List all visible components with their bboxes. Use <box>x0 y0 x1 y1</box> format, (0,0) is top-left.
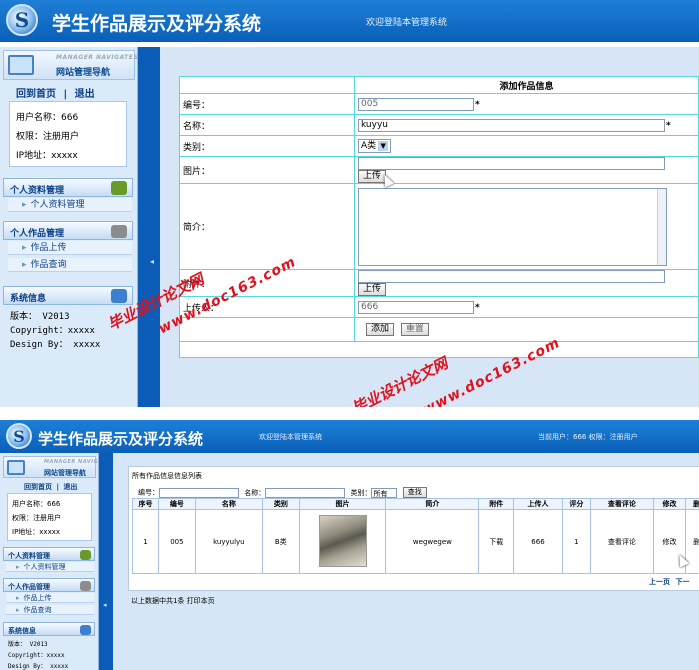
list-footer: 以上数据中共1条 打印本页 <box>131 597 215 605</box>
work-table: 序号 编号 名称 类别 图片 简介 附件 上传人 评分 查看评论 修改 删 1 … <box>132 498 699 574</box>
logout-link[interactable]: 退出 <box>75 89 95 100</box>
version-text: 版本： V2013 <box>10 312 70 322</box>
search-id-input[interactable] <box>159 487 239 498</box>
search-name-input[interactable] <box>265 487 346 498</box>
image-path-input[interactable] <box>358 157 665 170</box>
link-divider: | <box>63 89 68 100</box>
screenshot-separator <box>0 407 699 420</box>
uploader-input[interactable]: 666 <box>358 300 474 314</box>
nav-subtitle: MANAGER NAVIGATES <box>56 54 139 61</box>
app-title-2: 学生作品展示及评分系统 <box>38 430 204 448</box>
name-input[interactable]: kuyyu <box>358 118 665 132</box>
logo-2: S <box>6 423 32 449</box>
attachment-path-input[interactable] <box>358 270 665 283</box>
category-select[interactable]: A类 ▼ <box>358 139 392 153</box>
home-link[interactable]: 回到首页 <box>16 89 56 100</box>
header-bar: S 学生作品展示及评分系统 欢迎登陆本管理系统 <box>0 0 699 42</box>
label-id: 编号： <box>179 93 355 115</box>
user-info-box-2: 用户名称：666 权限：注册用户 IP地址：xxxxx <box>7 493 92 541</box>
id-input[interactable]: 005 <box>358 97 474 111</box>
app-title: 学生作品展示及评分系统 <box>52 13 262 35</box>
user-ip: IP地址：xxxxx <box>16 151 78 161</box>
design-text: Design By： xxxxx <box>10 340 101 350</box>
label-image: 图片： <box>179 156 355 184</box>
view-comments-link[interactable]: 查看评论 <box>589 509 654 574</box>
search-bar: 编号： 名称： 类别： 所有 查找 <box>138 487 427 498</box>
section-works[interactable]: 个人作品管理 <box>3 221 133 240</box>
list-title: 所有作品信息信息列表 <box>132 472 202 480</box>
nav-title: 网站管理导航 <box>56 68 111 78</box>
sidebar-item-upload-2[interactable]: 作品上传 <box>6 593 94 603</box>
intro-textarea[interactable] <box>358 187 667 266</box>
info-icon <box>111 289 127 303</box>
sidebar-item-profile-2[interactable]: 个人资料管理 <box>6 562 94 572</box>
search-category-select[interactable]: 所有 <box>371 487 398 498</box>
user-info-box: 用户名称：666 权限：注册用户 IP地址：xxxxx <box>9 101 127 167</box>
logo: S <box>6 4 38 36</box>
nav-header-2: MANAGER NAVIGATES 网站管理导航 <box>3 456 113 478</box>
collapse-icon-2: ◂ <box>103 601 107 609</box>
screenshot-add-work: S 学生作品展示及评分系统 欢迎登陆本管理系统 MANAGER NAVIGATE… <box>0 0 699 407</box>
section-sysinfo-2: 系统信息 <box>3 622 95 636</box>
add-button[interactable]: 添加 <box>366 323 395 336</box>
current-user-text: 当前用户：666 权限：注册用户 <box>538 433 638 441</box>
sidebar: MANAGER NAVIGATES 网站管理导航 回到首页 | 退出 用户名称：… <box>0 47 138 407</box>
computer-icon-2 <box>7 460 25 475</box>
sidebar-item-upload[interactable]: 作品上传 <box>8 241 132 255</box>
collapse-icon: ◂ <box>150 257 155 266</box>
table-header: 序号 编号 名称 类别 图片 简介 附件 上传人 评分 查看评论 修改 删 <box>132 498 699 510</box>
screenshot-work-list: S 学生作品展示及评分系统 欢迎登陆本管理系统 当前用户：666 权限：注册用户… <box>0 420 699 670</box>
label-category: 类别： <box>179 135 355 157</box>
user-role: 权限：注册用户 <box>16 132 80 142</box>
copyright-text: Copyright：xxxxx <box>10 326 95 336</box>
next-page-link[interactable]: 下一 <box>675 578 689 586</box>
sidebar-item-profile[interactable]: 个人资料管理 <box>8 198 132 212</box>
computer-icon <box>8 55 34 75</box>
nav-header: MANAGER NAVIGATES 网站管理导航 <box>3 50 139 80</box>
user-settings-icon-2 <box>80 550 91 560</box>
section-profile-2[interactable]: 个人资料管理 <box>3 547 95 561</box>
top-links-2: 回到首页 | 退出 <box>24 483 78 491</box>
label-intro: 简介： <box>179 183 355 270</box>
section-profile[interactable]: 个人资料管理 <box>3 178 133 197</box>
landscape-painting-thumbnail[interactable] <box>318 514 367 567</box>
top-links: 回到首页 | 退出 <box>16 85 95 100</box>
main-content-2: 所有作品信息信息列表 编号： 名称： 类别： 所有 查找 序号 编号 名称 类别 … <box>113 453 699 670</box>
attachment-upload-button[interactable]: 上传 <box>358 283 387 296</box>
pager: 上一页 下一 <box>649 577 689 587</box>
prev-page-link[interactable]: 上一页 <box>649 578 670 586</box>
section-sysinfo: 系统信息 <box>3 286 133 305</box>
table-row[interactable]: 1 005 kuyyulyu B类 wegwegew 下载 666 1 查看评论… <box>132 509 699 574</box>
work-list-panel: 所有作品信息信息列表 编号： 名称： 类别： 所有 查找 序号 编号 名称 类别 … <box>128 466 699 591</box>
sidebar-2: MANAGER NAVIGATES 网站管理导航 回到首页 | 退出 用户名称：… <box>0 453 113 670</box>
main-content: 添加作品信息 编号： 005 * 名称： kuyyu * 类别： A类 ▼ 图片： 上… <box>160 47 699 407</box>
sidebar-toggle-bar[interactable]: ◂ <box>138 47 160 407</box>
section-works-2[interactable]: 个人作品管理 <box>3 578 95 592</box>
work-thumbnail-cell <box>298 509 387 574</box>
chevron-down-icon: ▼ <box>378 140 389 151</box>
reset-button[interactable]: 重置 <box>400 323 429 336</box>
welcome-text: 欢迎登陆本管理系统 <box>366 18 448 28</box>
user-name: 用户名称：666 <box>16 113 79 123</box>
tools-icon-2 <box>80 581 91 591</box>
welcome-text-2: 欢迎登陆本管理系统 <box>259 433 322 441</box>
add-work-form: 添加作品信息 编号： 005 * 名称： kuyyu * 类别： A类 ▼ 图片： 上… <box>179 76 699 358</box>
search-button[interactable]: 查找 <box>402 487 427 498</box>
info-icon-2 <box>80 625 91 635</box>
textarea-scrollbar[interactable] <box>657 188 666 265</box>
header-bar-2: S 学生作品展示及评分系统 欢迎登陆本管理系统 当前用户：666 权限：注册用户 <box>0 420 699 453</box>
form-heading: 添加作品信息 <box>354 76 699 94</box>
sidebar-toggle-bar-2[interactable]: ◂ <box>99 453 113 670</box>
logout-link-2[interactable]: 退出 <box>63 483 77 491</box>
download-link[interactable]: 下载 <box>478 509 515 574</box>
user-settings-icon <box>111 181 127 195</box>
sidebar-item-query-2[interactable]: 作品查询 <box>6 605 94 615</box>
sidebar-item-query[interactable]: 作品查询 <box>8 258 132 272</box>
home-link-2[interactable]: 回到首页 <box>24 483 52 491</box>
tools-icon <box>111 225 127 238</box>
label-name: 名称： <box>179 114 355 136</box>
